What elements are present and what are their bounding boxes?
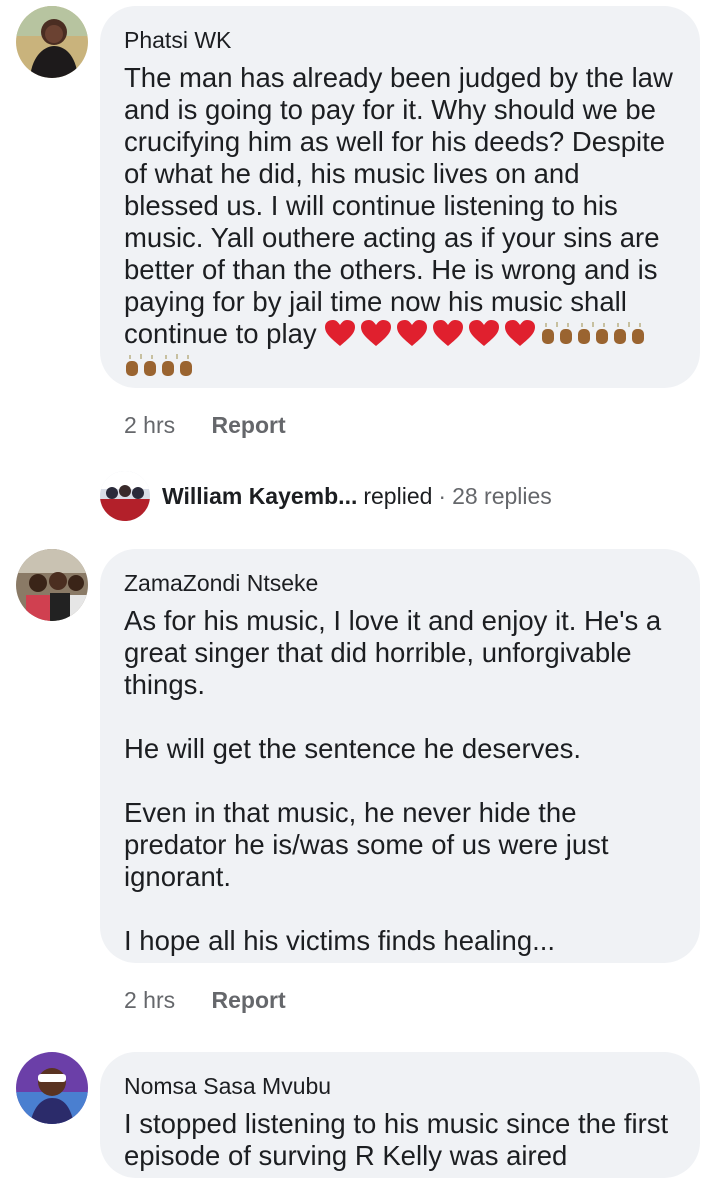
comment-text: The man has already been judged by the l… xyxy=(124,62,676,382)
comment-author[interactable]: Phatsi WK xyxy=(124,26,676,54)
comment-bubble: Phatsi WK The man has already been judge… xyxy=(100,6,700,388)
comment-body: The man has already been judged by the l… xyxy=(124,62,673,349)
report-button[interactable]: Report xyxy=(212,412,286,438)
raising-hands-icon xyxy=(162,354,192,376)
raising-hands-icon xyxy=(578,322,609,344)
red-heart-icon xyxy=(325,320,356,346)
comment-thread: Phatsi WK The man has already been judge… xyxy=(0,0,720,1183)
avatar[interactable] xyxy=(16,549,88,621)
report-button[interactable]: Report xyxy=(212,987,286,1013)
reply-count: 28 replies xyxy=(452,482,552,509)
comment-author[interactable]: Nomsa Sasa Mvubu xyxy=(124,1072,676,1100)
comment-text: I stopped listening to his music since t… xyxy=(124,1108,669,1171)
red-heart-icon xyxy=(433,320,464,346)
comment-author[interactable]: ZamaZondi Ntseke xyxy=(124,569,676,597)
red-heart-icon xyxy=(469,320,500,346)
comment-text: As for his music, I love it and enjoy it… xyxy=(124,605,662,956)
avatar[interactable] xyxy=(16,1052,88,1124)
red-heart-icon xyxy=(397,320,428,346)
comment-meta: 2 hrs Report xyxy=(124,411,286,439)
separator-dot: · xyxy=(438,482,447,509)
avatar[interactable] xyxy=(16,6,88,78)
replied-label: replied xyxy=(363,482,433,509)
comment-bubble: ZamaZondi Ntseke As for his music, I lov… xyxy=(100,549,700,963)
replier-avatar xyxy=(100,471,150,521)
red-heart-icon xyxy=(505,320,536,346)
comment-bubble: Nomsa Sasa Mvubu I stopped listening to … xyxy=(100,1052,700,1178)
comment-meta: 2 hrs Report xyxy=(124,986,286,1014)
raising-hands-icon xyxy=(614,322,645,344)
red-heart-icon xyxy=(361,320,392,346)
raising-hands-icon xyxy=(126,354,156,376)
comment-time[interactable]: 2 hrs xyxy=(124,987,175,1013)
replier-name: William Kayemb... xyxy=(162,482,358,509)
view-replies-row[interactable]: William Kayemb... replied · 28 replies xyxy=(100,470,552,522)
comment-time[interactable]: 2 hrs xyxy=(124,412,175,438)
raising-hands-icon xyxy=(542,322,573,344)
